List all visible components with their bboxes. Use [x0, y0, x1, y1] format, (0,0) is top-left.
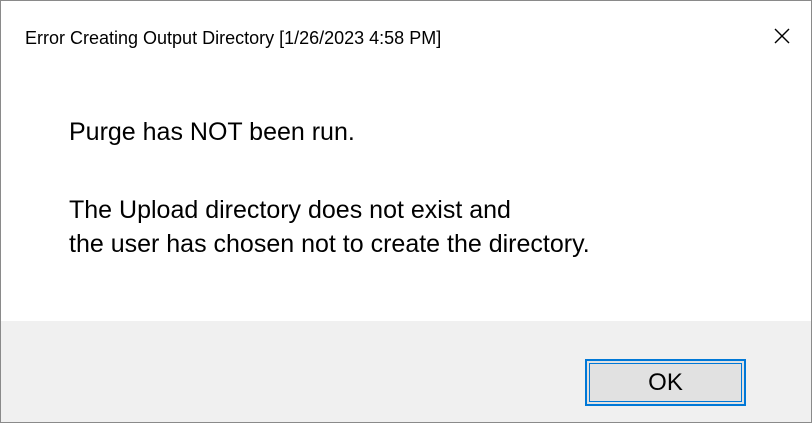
ok-button-label: OK — [648, 368, 683, 396]
close-button[interactable] — [753, 11, 811, 61]
close-icon — [773, 27, 791, 45]
message-paragraph: The Upload directory does not exist and … — [69, 193, 590, 261]
message-area: Purge has NOT been run. The Upload direc… — [1, 73, 811, 321]
message-line-1: Purge has NOT been run. — [69, 118, 355, 146]
title-bar[interactable]: Error Creating Output Directory [1/26/20… — [1, 1, 811, 73]
message-line-2: The Upload directory does not exist and — [69, 196, 511, 224]
window-title: Error Creating Output Directory [1/26/20… — [25, 28, 442, 48]
ok-button[interactable]: OK — [585, 359, 746, 406]
message-line-3: the user has chosen not to create the di… — [69, 230, 590, 258]
button-bar: OK — [1, 321, 811, 422]
error-dialog: Error Creating Output Directory [1/26/20… — [0, 0, 812, 423]
